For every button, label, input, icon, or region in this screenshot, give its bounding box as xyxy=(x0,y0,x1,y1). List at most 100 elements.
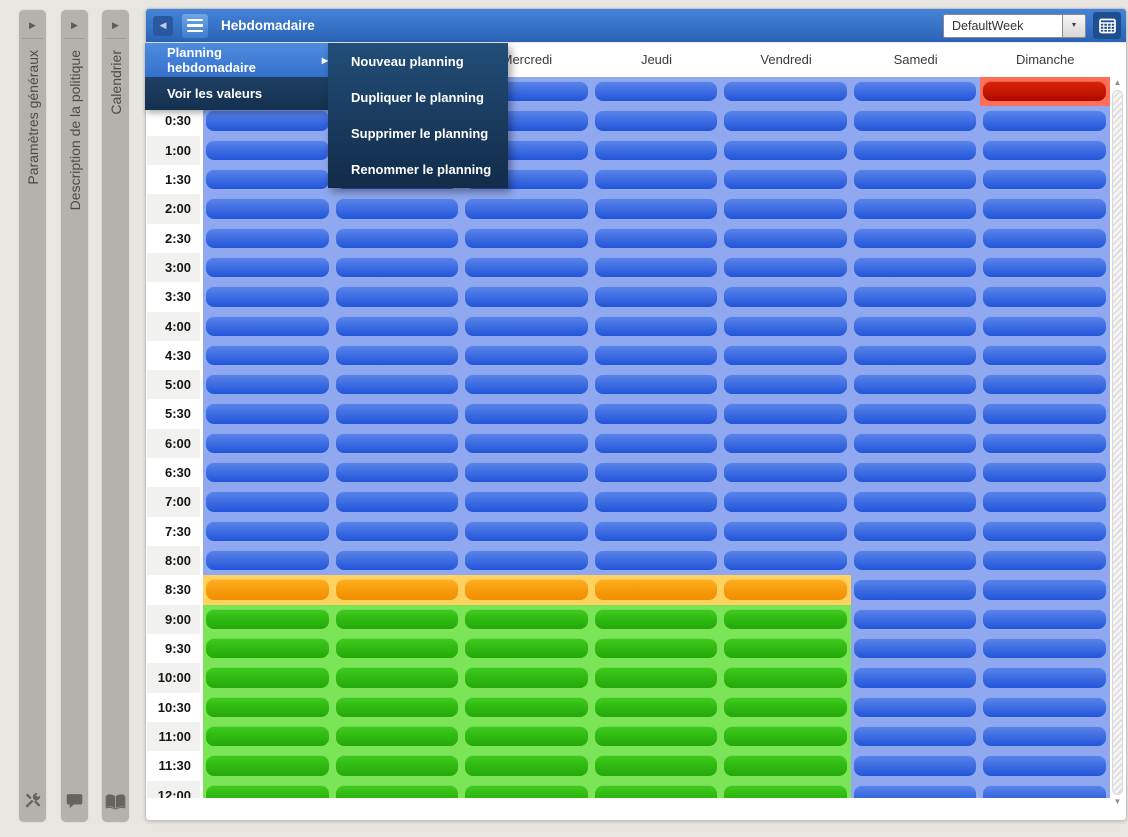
slot-mercredi-6:00[interactable] xyxy=(462,428,592,459)
slot-jeudi-12:00[interactable] xyxy=(591,780,722,798)
slot-jeudi-2:00[interactable] xyxy=(591,194,722,224)
slot-mardi-6:00[interactable] xyxy=(332,428,463,459)
slot-mardi-3:00[interactable] xyxy=(332,252,463,283)
slot-mercredi-10:00[interactable] xyxy=(462,663,592,693)
slot-samedi-1:00[interactable] xyxy=(850,135,981,165)
slot-mercredi-12:00[interactable] xyxy=(462,780,592,798)
slot-samedi-10:00[interactable] xyxy=(850,663,981,693)
slot-mercredi-9:30[interactable] xyxy=(462,633,592,664)
slot-mercredi-11:00[interactable] xyxy=(462,721,592,752)
slot-jeudi-10:30[interactable] xyxy=(591,692,722,722)
slot-vendredi-7:30[interactable] xyxy=(721,516,851,546)
slot-dimanche-5:30[interactable] xyxy=(980,399,1110,429)
slot-lundi-5:30[interactable] xyxy=(203,399,333,429)
slot-dimanche-9:30[interactable] xyxy=(980,633,1110,664)
slot-jeudi-8:30[interactable] xyxy=(591,575,722,605)
slot-mardi-11:00[interactable] xyxy=(332,721,463,752)
slot-dimanche-8:30[interactable] xyxy=(980,575,1110,605)
slot-lundi-4:30[interactable] xyxy=(203,340,333,371)
slot-dimanche-3:00[interactable] xyxy=(980,252,1110,283)
scrollbar-track[interactable] xyxy=(1112,90,1123,795)
slot-vendredi-10:30[interactable] xyxy=(721,692,851,722)
slot-samedi-3:30[interactable] xyxy=(850,282,981,312)
slot-samedi-8:00[interactable] xyxy=(850,546,981,576)
slot-dimanche-2:30[interactable] xyxy=(980,223,1110,253)
slot-mardi-2:00[interactable] xyxy=(332,194,463,224)
slot-samedi-1:30[interactable] xyxy=(850,164,981,195)
slot-lundi-12:00[interactable] xyxy=(203,780,333,798)
slot-jeudi-6:30[interactable] xyxy=(591,458,722,488)
slot-lundi-7:30[interactable] xyxy=(203,516,333,546)
slot-mercredi-4:00[interactable] xyxy=(462,311,592,341)
slot-jeudi-10:00[interactable] xyxy=(591,663,722,693)
slot-lundi-10:00[interactable] xyxy=(203,663,333,693)
slot-vendredi-2:00[interactable] xyxy=(721,194,851,224)
slot-dimanche-0:00[interactable] xyxy=(980,77,1110,107)
expand-arrow-icon[interactable]: ▶ xyxy=(102,14,129,36)
slot-dimanche-7:30[interactable] xyxy=(980,516,1110,546)
slot-samedi-4:00[interactable] xyxy=(850,311,981,341)
slot-vendredi-3:00[interactable] xyxy=(721,252,851,283)
slot-lundi-6:00[interactable] xyxy=(203,428,333,459)
slot-lundi-1:30[interactable] xyxy=(203,164,333,195)
slot-mercredi-8:30[interactable] xyxy=(462,575,592,605)
slot-lundi-6:30[interactable] xyxy=(203,458,333,488)
slot-dimanche-6:00[interactable] xyxy=(980,428,1110,459)
expand-arrow-icon[interactable]: ▶ xyxy=(61,14,88,36)
slot-mercredi-4:30[interactable] xyxy=(462,340,592,371)
slot-samedi-3:00[interactable] xyxy=(850,252,981,283)
slot-lundi-8:00[interactable] xyxy=(203,546,333,576)
slot-samedi-9:30[interactable] xyxy=(850,633,981,664)
slot-jeudi-0:00[interactable] xyxy=(591,77,722,107)
slot-mercredi-3:00[interactable] xyxy=(462,252,592,283)
slot-samedi-2:00[interactable] xyxy=(850,194,981,224)
slot-mercredi-5:00[interactable] xyxy=(462,370,592,400)
slot-dimanche-12:00[interactable] xyxy=(980,780,1110,798)
slot-vendredi-4:00[interactable] xyxy=(721,311,851,341)
menu-item-planning-hebdomadaire[interactable]: Planning hebdomadaire ▶ xyxy=(145,43,328,77)
slot-dimanche-7:00[interactable] xyxy=(980,487,1110,517)
slot-lundi-9:30[interactable] xyxy=(203,633,333,664)
menu-item-voir-les-valeurs[interactable]: Voir les valeurs xyxy=(145,77,328,110)
slot-dimanche-9:00[interactable] xyxy=(980,604,1110,634)
slot-samedi-6:30[interactable] xyxy=(850,458,981,488)
slot-jeudi-9:00[interactable] xyxy=(591,604,722,634)
slot-jeudi-7:30[interactable] xyxy=(591,516,722,546)
slot-lundi-10:30[interactable] xyxy=(203,692,333,722)
slot-dimanche-5:00[interactable] xyxy=(980,370,1110,400)
slot-jeudi-4:30[interactable] xyxy=(591,340,722,371)
slot-lundi-5:00[interactable] xyxy=(203,370,333,400)
slot-dimanche-0:30[interactable] xyxy=(980,106,1110,136)
slot-jeudi-2:30[interactable] xyxy=(591,223,722,253)
slot-samedi-6:00[interactable] xyxy=(850,428,981,459)
slot-vendredi-2:30[interactable] xyxy=(721,223,851,253)
slot-mercredi-2:30[interactable] xyxy=(462,223,592,253)
slot-dimanche-11:00[interactable] xyxy=(980,721,1110,752)
slot-mercredi-9:00[interactable] xyxy=(462,604,592,634)
sidebar-tab-calendrier[interactable]: ▶ Calendrier xyxy=(102,10,129,822)
slot-vendredi-1:30[interactable] xyxy=(721,164,851,195)
slot-vendredi-11:30[interactable] xyxy=(721,751,851,781)
slot-jeudi-1:00[interactable] xyxy=(591,135,722,165)
slot-samedi-11:00[interactable] xyxy=(850,721,981,752)
calendar-button[interactable] xyxy=(1093,12,1121,39)
scroll-up-icon[interactable]: ▲ xyxy=(1111,77,1124,89)
slot-mardi-3:30[interactable] xyxy=(332,282,463,312)
week-selector-dropdown-button[interactable]: ▼ xyxy=(1062,13,1086,38)
slot-vendredi-0:00[interactable] xyxy=(721,77,851,107)
slot-jeudi-0:30[interactable] xyxy=(591,106,722,136)
slot-vendredi-5:00[interactable] xyxy=(721,370,851,400)
slot-mardi-5:30[interactable] xyxy=(332,399,463,429)
slot-mardi-12:00[interactable] xyxy=(332,780,463,798)
slot-vendredi-9:00[interactable] xyxy=(721,604,851,634)
slot-vendredi-11:00[interactable] xyxy=(721,721,851,752)
slot-mardi-2:30[interactable] xyxy=(332,223,463,253)
slot-jeudi-11:30[interactable] xyxy=(591,751,722,781)
slot-samedi-4:30[interactable] xyxy=(850,340,981,371)
slot-jeudi-3:00[interactable] xyxy=(591,252,722,283)
slot-lundi-0:30[interactable] xyxy=(203,106,333,136)
slot-dimanche-1:00[interactable] xyxy=(980,135,1110,165)
slot-dimanche-4:30[interactable] xyxy=(980,340,1110,371)
slot-mercredi-7:00[interactable] xyxy=(462,487,592,517)
slot-jeudi-5:30[interactable] xyxy=(591,399,722,429)
